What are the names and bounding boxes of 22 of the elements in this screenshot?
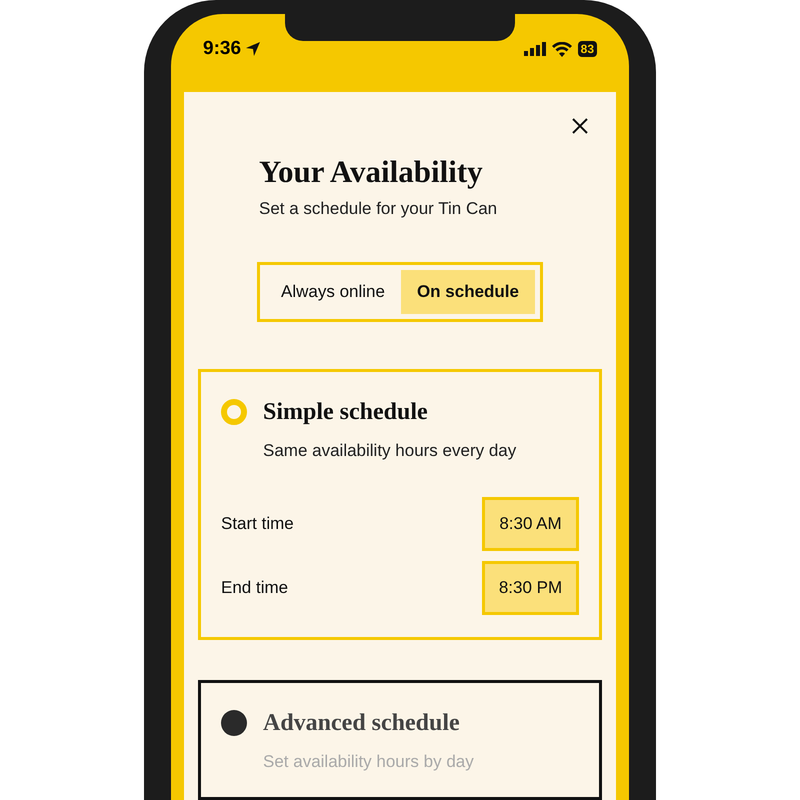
schedule-description: Set availability hours by day (263, 751, 475, 773)
signal-icon (524, 42, 546, 56)
radio-button[interactable] (221, 710, 247, 736)
schedule-card[interactable]: Simple schedule Same availability hours every day Start time 8:30 AM End time 8:30 PM (198, 368, 602, 640)
schedule-description: Same availability hours every day (263, 440, 518, 462)
time-label: Start time (221, 513, 294, 536)
radio-button[interactable] (221, 398, 247, 424)
schedule-title: Advanced schedule (263, 709, 460, 738)
dialog-subtitle: Set a schedule for your Tin Can (259, 198, 498, 220)
time-label: End time (221, 577, 288, 600)
mode-tab[interactable]: On schedule (400, 270, 535, 314)
clock-time: 9:36 (203, 36, 242, 61)
location-arrow-icon (245, 41, 262, 57)
schedule-title: Simple schedule (263, 398, 428, 426)
battery-level: 83 (578, 41, 597, 57)
wifi-icon (552, 42, 572, 56)
mode-tab[interactable]: Always online (265, 270, 401, 314)
dialog-title: Your Availability (259, 154, 484, 190)
time-button[interactable]: 8:30 PM (482, 561, 579, 615)
close-icon (571, 117, 589, 135)
schedule-card[interactable]: Advanced schedule Set availability hours by day (198, 680, 602, 800)
time-button[interactable]: 8:30 AM (482, 497, 579, 551)
